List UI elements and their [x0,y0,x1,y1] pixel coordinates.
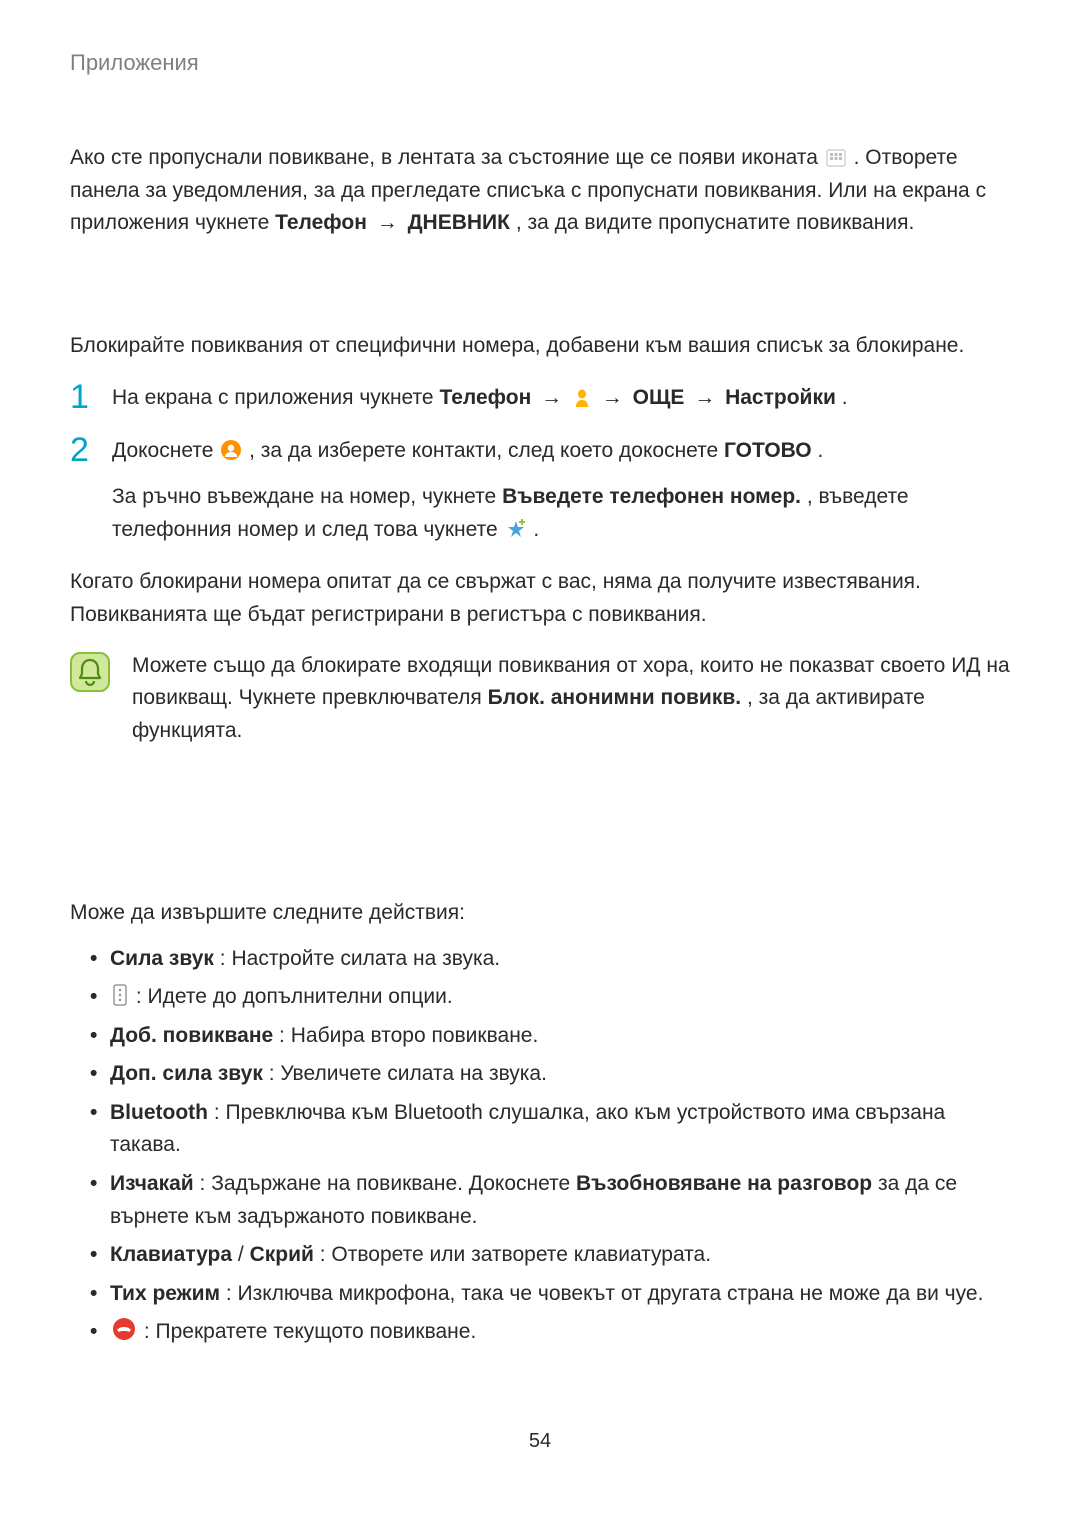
label: Сила звук [110,947,214,970]
missed-calls-paragraph: Ако сте пропуснали повикване, в лентата … [70,142,1010,240]
desc: Набира второ повикване. [291,1024,539,1047]
bold-more: ОЩЕ [633,386,685,409]
hangup-icon [112,1317,136,1341]
text: . [533,518,539,541]
bold-settings: Настройки [725,386,836,409]
blocking-after: Когато блокирани номера опитат да се свъ… [70,566,1010,631]
text: . [842,386,848,409]
bullet-dot: • [90,943,96,976]
desc: Задържане на повикване. Докоснете [211,1172,576,1195]
desc: Отворете или затворете клавиатурата. [331,1243,711,1266]
desc: Увеличете силата на звука. [280,1062,547,1085]
colon: : [138,1320,156,1343]
arrow-icon: → [537,386,566,409]
bullet-dot: • [90,1168,96,1201]
bold-phone: Телефон [275,211,367,234]
step-1: 1 На екрана с приложения чукнете Телефон… [70,382,1010,415]
colon: : [130,985,148,1008]
bullet-dot: • [90,981,96,1014]
colon: : [273,1024,291,1047]
arrow-icon: → [373,211,402,234]
note-bell-icon [70,652,110,692]
list-item: • Клавиатура / Скрий : Отворете или затв… [70,1236,1010,1275]
more-options-icon [112,984,128,1006]
note-box: Можете също да блокирате входящи повиква… [70,650,1010,748]
list-item: • : Прекратете текущото повикване. [70,1313,1010,1352]
step-2: 2 Докоснете , за да изберете контакти, с… [70,435,1010,547]
bold-enter-number: Въведете телефонен номер. [502,485,801,508]
label: Доб. повикване [110,1024,273,1047]
missed-call-bar-icon [826,149,846,167]
label: Тих режим [110,1282,220,1305]
bullet-dot: • [90,1239,96,1272]
label: Клавиатура [110,1243,232,1266]
label: Bluetooth [110,1101,214,1124]
arrow-icon: → [598,386,627,409]
bullet-dot: • [90,1020,96,1053]
bold-resume: Възобновяване на разговор [576,1172,872,1195]
text: . [817,439,823,462]
page-number: 54 [0,1426,1080,1457]
list-item: • Изчакай : Задържане на повикване. Доко… [70,1165,1010,1236]
list-item: • Доп. сила звук : Увеличете силата на з… [70,1055,1010,1094]
blocking-intro: Блокирайте повиквания от специфични номе… [70,330,1010,363]
colon: : [214,1101,226,1124]
list-item: • Сила звук : Настройте силата на звука. [70,940,1010,979]
text: Ако сте пропуснали повикване, в лентата … [70,146,824,169]
bullet-dot: • [90,1058,96,1091]
plus-star-icon [506,519,526,539]
text: На екрана с приложения чукнете [112,386,439,409]
bold-log: ДНЕВНИК [408,211,510,234]
text: Докоснете [112,439,219,462]
desc: Настройте силата на звука. [231,947,500,970]
desc: Прекратете текущото повикване. [156,1320,477,1343]
label2: Скрий [250,1243,314,1266]
step-number-1: 1 [70,380,94,414]
contact-add-icon [221,440,241,460]
list-item: • Bluetooth : Превключва към Bluetooth с… [70,1094,1010,1165]
colon: : [263,1062,281,1085]
colon: : [194,1172,212,1195]
step-number-2: 2 [70,433,94,467]
desc: Идете до допълнителни опции. [148,985,453,1008]
colon: : [220,1282,238,1305]
options-intro: Може да извършите следните действия: [70,897,1010,930]
more-person-icon [574,387,590,407]
list-item: • Тих режим : Изключва микрофона, така ч… [70,1275,1010,1314]
bullet-dot: • [90,1316,96,1349]
arrow-icon: → [690,386,719,409]
desc: Превключва към Bluetooth слушалка, ако к… [110,1101,945,1157]
bold-block-anon: Блок. анонимни повикв. [488,686,742,709]
sep: / [232,1243,250,1266]
list-item: • : Идете до допълнителни опции. [70,978,1010,1017]
bold-done: ГОТОВО [724,439,812,462]
text: , за да видите пропуснатите повиквания. [516,211,915,234]
list-item: • Доб. повикване : Набира второ повикван… [70,1017,1010,1056]
bullet-dot: • [90,1097,96,1130]
bold-phone: Телефон [439,386,531,409]
label: Изчакай [110,1172,194,1195]
desc: Изключва микрофона, така че човекът от д… [238,1282,984,1305]
bullet-dot: • [90,1278,96,1311]
colon: : [214,947,232,970]
text: За ръчно въвеждане на номер, чукнете [112,485,502,508]
text: , за да изберете контакти, след което до… [249,439,724,462]
label: Доп. сила звук [110,1062,263,1085]
colon: : [314,1243,332,1266]
header-title: Приложения [70,46,1010,80]
